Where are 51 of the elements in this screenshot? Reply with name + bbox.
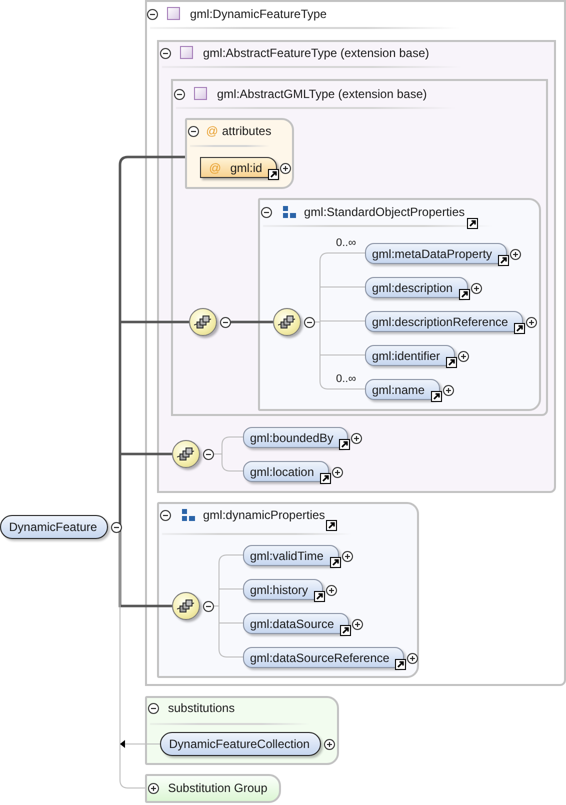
attribute-node[interactable]: @ gml:id [200, 157, 278, 178]
blocks-icon [182, 509, 195, 521]
collapse-toggle-icon[interactable] [111, 522, 122, 533]
element-node[interactable]: gml:name [365, 379, 440, 400]
link-arrow-icon[interactable] [430, 391, 442, 402]
link-arrow-icon[interactable] [498, 255, 510, 266]
element-node[interactable]: gml:identifier [365, 345, 456, 366]
link-arrow-icon[interactable] [320, 473, 332, 484]
type-title: gml:AbstractGMLType (extension base) [217, 86, 427, 102]
element-node[interactable]: gml:validTime [243, 545, 339, 566]
sequence-icon [177, 447, 195, 461]
arrow [120, 740, 160, 748]
type-title: gml:DynamicFeatureType [190, 6, 327, 22]
element-node[interactable]: gml:dataSourceReference [243, 647, 404, 668]
occurrence-label: 0..∞ [336, 237, 356, 249]
element-node[interactable]: gml:location [243, 461, 330, 482]
type-title: gml:AbstractFeatureType (extension base) [203, 45, 430, 61]
element-node[interactable]: DynamicFeatureCollection [160, 732, 321, 756]
link-arrow-icon[interactable] [395, 659, 406, 670]
square-icon [194, 87, 207, 100]
sequence-icon [194, 315, 212, 329]
sequence-icon [177, 599, 195, 613]
at-sign-icon: @ [206, 123, 218, 139]
link-arrow-icon[interactable] [458, 289, 470, 300]
group-title: gml:StandardObjectProperties [304, 204, 465, 220]
element-node[interactable]: gml:dataSource [243, 613, 350, 634]
occurrence-label: 0..∞ [336, 373, 356, 385]
blocks-icon [283, 206, 296, 218]
attributes-title: attributes [222, 123, 272, 139]
link-arrow-icon[interactable] [326, 520, 337, 531]
link-arrow-icon[interactable] [330, 557, 341, 568]
element-node[interactable]: gml:metaDataProperty [365, 243, 508, 264]
element-node[interactable]: DynamicFeature [0, 515, 108, 539]
link-arrow-icon[interactable] [446, 357, 458, 368]
element-node[interactable]: gml:boundedBy [243, 427, 348, 448]
square-icon [180, 46, 193, 59]
square-icon [167, 7, 180, 20]
connector-line [231, 320, 273, 324]
element-node[interactable]: gml:descriptionReference [365, 311, 524, 332]
link-arrow-icon[interactable] [268, 169, 280, 180]
sequence-icon [278, 315, 296, 329]
link-arrow-icon[interactable] [467, 218, 478, 229]
substitutions-title: substitutions [168, 700, 235, 716]
link-arrow-icon[interactable] [514, 323, 526, 334]
link-arrow-icon[interactable] [340, 625, 352, 636]
group-title: gml:dynamicProperties [203, 507, 326, 523]
element-node[interactable]: gml:history [243, 579, 324, 600]
substitution-group-title: Substitution Group [168, 780, 268, 796]
link-arrow-icon[interactable] [314, 591, 326, 602]
link-arrow-icon[interactable] [339, 439, 350, 450]
element-node[interactable]: gml:description [365, 277, 468, 298]
